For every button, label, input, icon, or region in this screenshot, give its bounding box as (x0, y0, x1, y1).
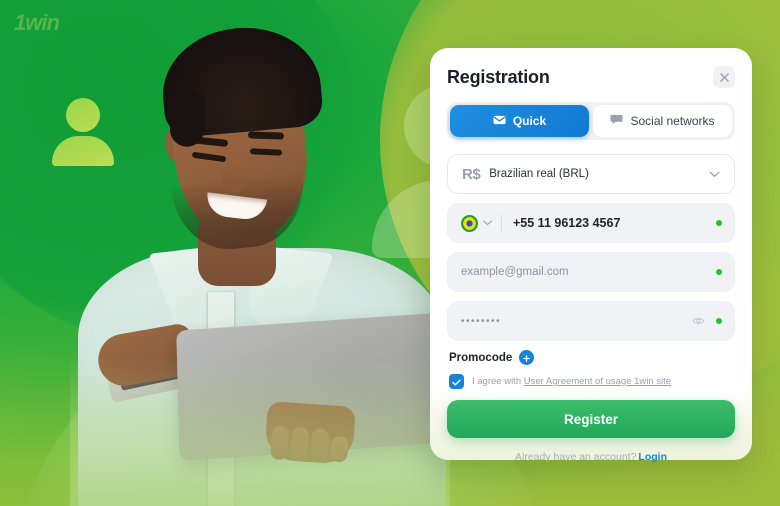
tab-quick-label: Quick (512, 114, 547, 128)
currency-value: Brazilian real (BRL) (489, 168, 589, 180)
envelope-icon (493, 114, 506, 128)
registration-landing: 1win Registration Quick Social networks … (0, 0, 780, 506)
finger (290, 426, 310, 462)
agreement-prefix: I agree with (472, 376, 524, 387)
email-input[interactable]: example@gmail.com (461, 266, 569, 278)
plus-icon (523, 352, 531, 364)
hand-right (264, 401, 356, 465)
eye-icon[interactable] (692, 317, 705, 326)
finger (270, 425, 290, 461)
registration-method-tabs: Quick Social networks (447, 102, 735, 140)
promocode-row: Promocode (449, 350, 735, 365)
login-link[interactable]: Login (638, 451, 667, 463)
brazil-flag-icon (461, 214, 478, 232)
agreement-row: I agree with User Agreement of usage 1wi… (449, 374, 735, 389)
close-button[interactable] (713, 66, 735, 88)
hair (157, 21, 325, 139)
eyebrow-right (247, 131, 285, 140)
agreement-text: I agree with User Agreement of usage 1wi… (472, 376, 671, 387)
phone-valid-indicator (716, 220, 722, 226)
tab-social-networks-label: Social networks (630, 114, 715, 128)
finger (330, 435, 349, 463)
field-divider (501, 214, 502, 232)
chevron-down-icon[interactable] (483, 220, 492, 226)
login-prompt-text: Already have an account? (515, 451, 637, 463)
checkmark-icon (452, 374, 461, 389)
email-valid-indicator (716, 269, 722, 275)
registration-card: Registration Quick Social networks R$ Br… (430, 48, 752, 463)
tab-quick[interactable]: Quick (450, 105, 589, 137)
card-header: Registration (447, 66, 735, 88)
phone-field[interactable]: +55 11 96123 4567 (447, 203, 735, 243)
login-prompt: Already have an account? Login (447, 451, 735, 463)
nose (222, 164, 248, 192)
chevron-down-icon (709, 171, 720, 178)
brand-logo: 1win (14, 10, 60, 35)
agreement-checkbox[interactable] (449, 374, 464, 389)
email-field[interactable]: example@gmail.com (447, 252, 735, 292)
page-title: Registration (447, 66, 550, 87)
user-agreement-link[interactable]: User Agreement of usage 1win site (524, 376, 671, 387)
tab-social-networks[interactable]: Social networks (593, 105, 732, 137)
chat-bubble-icon (610, 114, 624, 128)
register-button[interactable]: Register (447, 400, 735, 438)
currency-symbol: R$ (462, 165, 481, 183)
promocode-add-button[interactable] (519, 350, 535, 365)
promocode-label: Promocode (449, 351, 513, 364)
password-valid-indicator (716, 318, 722, 324)
phone-input[interactable]: +55 11 96123 4567 (513, 216, 620, 230)
finger (309, 428, 330, 464)
hero-photo-man-with-laptop (70, 0, 495, 506)
close-icon (719, 72, 729, 82)
password-input[interactable]: •••••••• (461, 316, 501, 327)
password-field[interactable]: •••••••• (447, 301, 735, 341)
currency-select[interactable]: R$ Brazilian real (BRL) (447, 154, 735, 194)
